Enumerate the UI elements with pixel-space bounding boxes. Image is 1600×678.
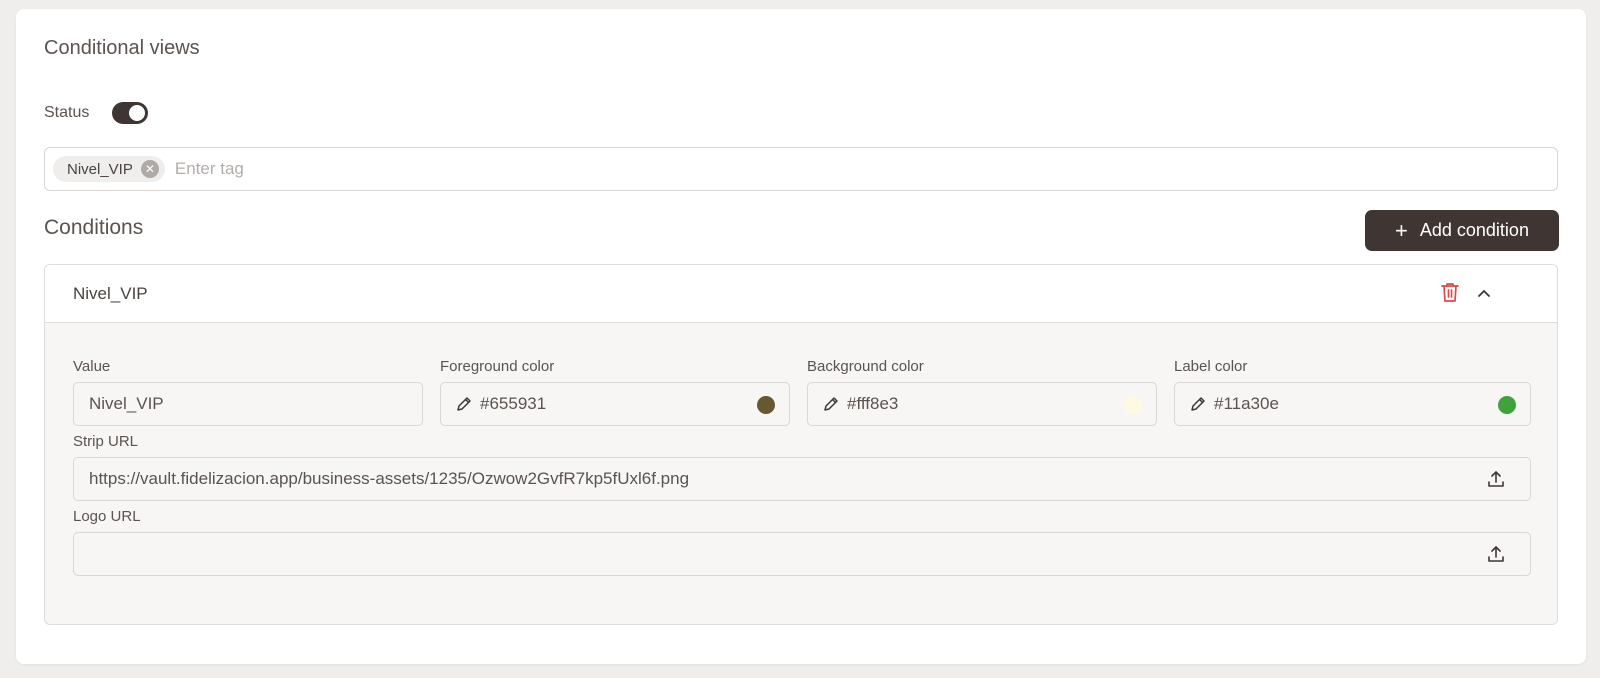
conditions-title: Conditions xyxy=(44,216,144,239)
add-condition-label: Add condition xyxy=(1419,220,1529,240)
background-color-input[interactable]: #fff8e3 xyxy=(807,382,1157,426)
condition-panel: Nivel_VIP Value Nivel_VIP Foreground col… xyxy=(44,264,1558,625)
tag-input-container[interactable]: Nivel_VIP ✕ xyxy=(44,147,1558,191)
tag-chip-label: Nivel_VIP xyxy=(67,160,133,178)
strip-url-label: Strip URL xyxy=(73,433,139,450)
chevron-up-icon[interactable] xyxy=(1476,285,1492,306)
status-toggle[interactable] xyxy=(112,102,149,124)
label-color-label: Label color xyxy=(1174,358,1248,375)
strip-url-input[interactable]: https://vault.fidelizacion.app/business-… xyxy=(73,457,1531,501)
add-condition-button[interactable]: + Add condition xyxy=(1365,210,1559,251)
value-label: Value xyxy=(73,358,111,375)
value-input[interactable]: Nivel_VIP xyxy=(73,382,423,426)
logo-url-label: Logo URL xyxy=(73,508,141,525)
label-color-text: #11a30e xyxy=(1214,394,1279,413)
tag-entry-input[interactable] xyxy=(174,159,775,179)
foreground-color-swatch[interactable] xyxy=(757,396,775,414)
section-title: Conditional views xyxy=(44,37,200,59)
condition-header[interactable]: Nivel_VIP xyxy=(45,265,1557,323)
foreground-color-text: #655931 xyxy=(480,394,547,413)
value-text: Nivel_VIP xyxy=(89,394,164,413)
plus-icon: + xyxy=(1395,217,1408,243)
status-row: Status xyxy=(44,101,149,125)
upload-icon[interactable] xyxy=(1486,469,1506,494)
toggle-knob xyxy=(129,105,146,121)
foreground-color-input[interactable]: #655931 xyxy=(440,382,790,426)
upload-icon[interactable] xyxy=(1486,544,1506,569)
strip-url-text: https://vault.fidelizacion.app/business-… xyxy=(89,469,690,488)
pencil-icon[interactable] xyxy=(456,396,472,412)
pencil-icon[interactable] xyxy=(823,396,839,412)
pencil-icon[interactable] xyxy=(1190,396,1206,412)
label-color-swatch[interactable] xyxy=(1498,396,1516,414)
status-label: Status xyxy=(44,104,90,121)
foreground-color-label: Foreground color xyxy=(440,358,555,375)
background-color-swatch[interactable] xyxy=(1124,396,1142,414)
background-color-label: Background color xyxy=(807,358,924,375)
label-color-input[interactable]: #11a30e xyxy=(1174,382,1531,426)
remove-tag-icon[interactable]: ✕ xyxy=(140,160,159,178)
trash-icon[interactable] xyxy=(1440,281,1460,308)
tag-chip: Nivel_VIP ✕ xyxy=(53,156,165,182)
conditional-views-card: Conditional views Status Nivel_VIP ✕ Con… xyxy=(16,9,1586,664)
logo-url-input[interactable] xyxy=(73,532,1531,576)
condition-name: Nivel_VIP xyxy=(73,283,148,303)
condition-body: Value Nivel_VIP Foreground color #655931… xyxy=(45,323,1557,624)
background-color-text: #fff8e3 xyxy=(847,394,899,413)
